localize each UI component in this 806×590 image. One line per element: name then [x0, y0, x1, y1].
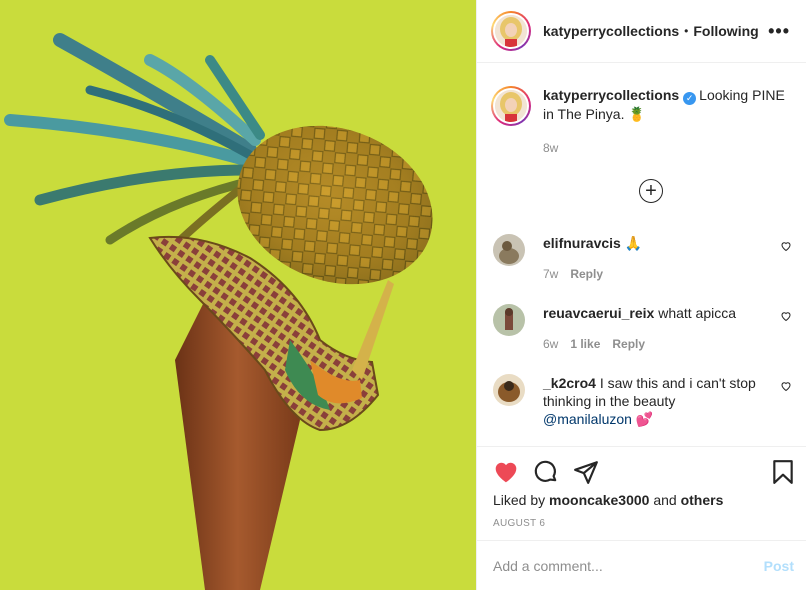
comment-item: reuavcaerui_reix whatt apicca 6w 1 like Re…	[493, 304, 800, 353]
header-username[interactable]: katyperrycollections	[543, 23, 679, 39]
comment-avatar[interactable]	[493, 304, 525, 336]
caption-username[interactable]: katyperrycollections	[543, 87, 679, 103]
pineapple-shoe-image	[4, 33, 433, 590]
caption-story-ring[interactable]	[491, 86, 531, 126]
comment-emoji: 💕	[635, 411, 654, 427]
comment-username[interactable]: elifnuravcis	[543, 235, 621, 251]
caption-text-line2: in The Pinya. 🍍	[543, 106, 646, 122]
avatar	[495, 15, 527, 47]
comments-section: katyperrycollections ✓ Looking PINE in The…	[477, 64, 806, 446]
comment-like-icon[interactable]	[780, 240, 792, 252]
post-date[interactable]: AUGUST 6	[493, 518, 545, 529]
liked-by: Liked by mooncake3000 and others	[493, 492, 724, 508]
comment-username[interactable]: reuavcaerui_reix	[543, 305, 654, 321]
mention-link[interactable]: @manilaluzon	[543, 411, 632, 427]
comment-likes-count[interactable]: 1 like	[570, 337, 600, 351]
post-sidebar: katyperrycollections • Following ••• kat…	[476, 0, 806, 590]
instagram-post: katyperrycollections • Following ••• kat…	[0, 0, 806, 590]
bookmark-icon[interactable]	[770, 459, 796, 485]
post-actions: Liked by mooncake3000 and others AUGUST …	[477, 446, 806, 540]
reply-button[interactable]: Reply	[570, 267, 603, 281]
comment-text-line1: I saw this and i can't stop	[599, 375, 756, 391]
comment-item: _k2cro4 I saw this and i can't stop thin…	[493, 374, 800, 428]
post-button[interactable]: Post	[764, 558, 794, 574]
caption-time[interactable]: 8w	[543, 139, 785, 157]
heart-filled-icon[interactable]	[493, 459, 519, 485]
avatar	[495, 90, 527, 122]
comment-text: 🙏	[624, 235, 643, 251]
comment-username[interactable]: _k2cro4	[543, 375, 596, 391]
caption: katyperrycollections ✓ Looking PINE in The…	[491, 86, 790, 157]
reply-button[interactable]: Reply	[612, 337, 645, 351]
liked-by-user[interactable]: mooncake3000	[549, 492, 649, 508]
more-options-icon[interactable]: •••	[768, 21, 790, 42]
verified-badge-icon: ✓	[683, 92, 697, 105]
post-photo[interactable]	[0, 0, 476, 590]
comment-avatar[interactable]	[493, 374, 525, 406]
comment-avatar[interactable]	[493, 234, 525, 266]
comment-time[interactable]: 6w	[543, 337, 558, 351]
add-comment-bar: Post	[477, 540, 806, 590]
caption-body: katyperrycollections ✓ Looking PINE in The…	[543, 86, 785, 157]
comment-icon[interactable]	[533, 459, 559, 485]
separator-dot: •	[684, 24, 689, 38]
comment-text-line2: thinking in the beauty	[543, 393, 676, 409]
liked-by-others[interactable]: others	[681, 492, 724, 508]
comment-text: whatt apicca	[658, 305, 737, 321]
following-button[interactable]: Following	[693, 23, 758, 39]
comment-input[interactable]	[493, 557, 764, 574]
caption-text-line1: Looking PINE	[699, 87, 785, 103]
share-icon[interactable]	[573, 459, 599, 485]
pineapple-leaves	[4, 33, 265, 254]
load-more-comments-icon[interactable]: +	[639, 179, 663, 203]
comment-like-icon[interactable]	[780, 380, 792, 392]
comment-item: elifnuravcis 🙏 7w Reply	[493, 234, 800, 283]
comment-time[interactable]: 7w	[543, 267, 558, 281]
comment-like-icon[interactable]	[780, 310, 792, 322]
story-ring[interactable]	[491, 11, 531, 51]
post-header: katyperrycollections • Following •••	[477, 0, 806, 63]
